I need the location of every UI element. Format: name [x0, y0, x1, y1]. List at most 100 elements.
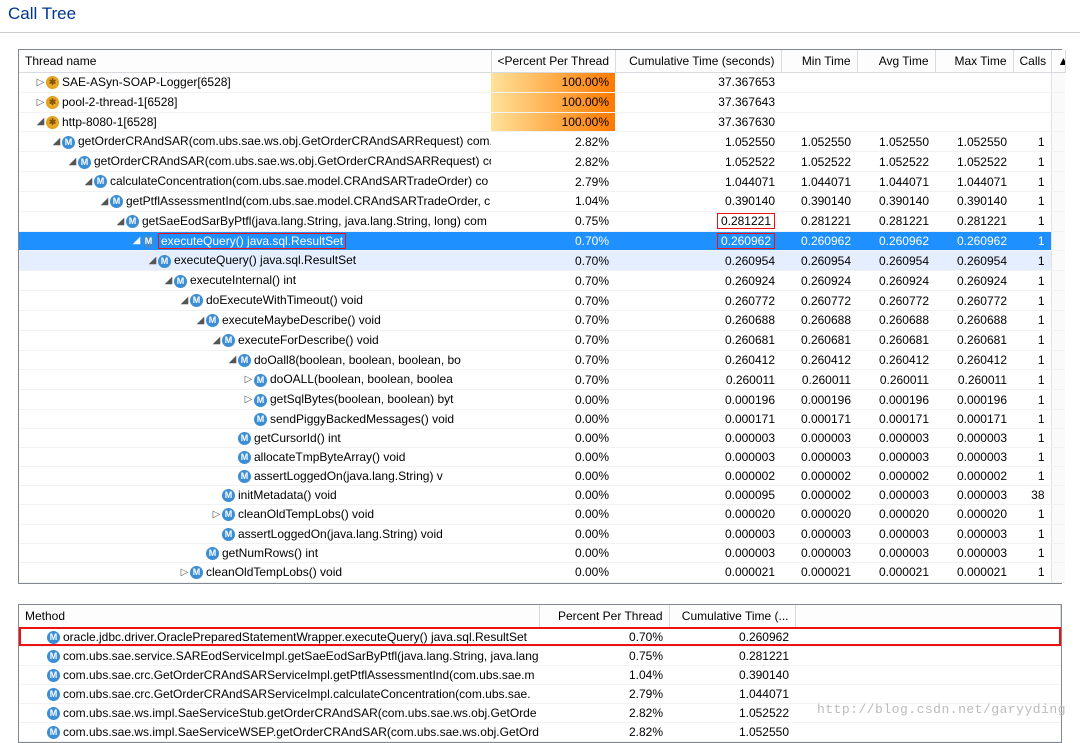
cell-max: 0.260962 — [935, 231, 1013, 251]
col-min-time[interactable]: Min Time — [781, 50, 857, 73]
table-row[interactable]: ◢MexecuteForDescribe() void0.70%0.260681… — [19, 330, 1065, 350]
table-row[interactable]: ◢MdoOall8(boolean, boolean, boolean, bo0… — [19, 350, 1065, 370]
col-avg-time[interactable]: Avg Time — [857, 50, 935, 73]
table-row[interactable]: Mcom.ubs.sae.crc.GetOrderCRAndSARService… — [19, 665, 1061, 684]
table-row[interactable]: Mcom.ubs.sae.ws.impl.SaeServiceWSEP.getO… — [19, 722, 1061, 741]
table-row[interactable]: MassertLoggedOn(java.lang.String) v0.00%… — [19, 467, 1065, 486]
table-row[interactable]: Moracle.jdbc.driver.OraclePreparedStatem… — [19, 627, 1061, 646]
percent-value: 1.04% — [575, 193, 609, 209]
expand-toggle-icon[interactable]: ▷ — [243, 392, 254, 408]
row-name: assertLoggedOn(java.lang.String) v — [254, 469, 443, 483]
expand-toggle-icon[interactable]: ◢ — [227, 352, 238, 368]
method-name: com.ubs.sae.ws.impl.SaeServiceWSEP.getOr… — [63, 725, 539, 739]
table-row[interactable]: ▷MdoOALL(boolean, boolean, boolea0.70%0.… — [19, 370, 1065, 390]
cell-avg — [857, 92, 935, 112]
expand-toggle-icon[interactable]: ◢ — [179, 293, 190, 309]
table-header-row[interactable]: Method Percent Per Thread Cumulative Tim… — [19, 605, 1061, 628]
cell-calls: 1 — [1013, 562, 1051, 582]
col-max-time[interactable]: Max Time — [935, 50, 1013, 73]
expand-toggle-icon[interactable]: ▷ — [211, 507, 222, 523]
table-row[interactable]: ◢MexecuteQuery() java.sql.ResultSet0.70%… — [19, 231, 1065, 251]
cum-value: 0.260962 — [669, 627, 795, 646]
call-tree-table[interactable]: Thread name <Percent Per Thread Cumulati… — [19, 50, 1066, 583]
table-row[interactable]: MgetNumRows() int0.00%0.0000030.0000030.… — [19, 543, 1065, 562]
expand-toggle-icon[interactable]: ◢ — [51, 134, 62, 150]
percent-value: 1.04% — [539, 665, 669, 684]
row-name: executeForDescribe() void — [238, 333, 379, 347]
expand-toggle-icon[interactable]: ▷ — [35, 95, 46, 111]
table-row[interactable]: ◢MgetPtflAssessmentInd(com.ubs.sae.model… — [19, 191, 1065, 211]
cell-cum: 37.367653 — [615, 73, 781, 93]
table-row[interactable]: ◢MgetOrderCRAndSAR(com.ubs.sae.ws.obj.Ge… — [19, 132, 1065, 152]
expand-toggle-icon[interactable]: ◢ — [147, 253, 158, 269]
table-row[interactable]: Mcom.ubs.sae.service.SAREodServiceImpl.g… — [19, 646, 1061, 665]
table-row[interactable]: ▷✱SAE-ASyn-SOAP-Logger[6528]100.00%37.36… — [19, 73, 1065, 93]
table-row[interactable]: ◢MexecuteQuery() java.sql.ResultSet0.70%… — [19, 251, 1065, 271]
expand-toggle-icon[interactable]: ▷ — [243, 372, 254, 388]
table-row[interactable]: ▷McleanOldTempLobs() void0.00%0.0000200.… — [19, 505, 1065, 525]
cell-max: 0.000020 — [935, 505, 1013, 525]
expand-toggle-icon[interactable]: ◢ — [67, 154, 78, 170]
cell-cum: 0.260772 — [615, 291, 781, 311]
table-row[interactable]: MinitMetadata() void0.00%0.0000950.00000… — [19, 486, 1065, 505]
table-row[interactable]: ◢MgetSaeEodSarByPtfl(java.lang.String, j… — [19, 211, 1065, 231]
table-row[interactable]: ◢MdoExecuteWithTimeout() void0.70%0.2607… — [19, 291, 1065, 311]
table-row[interactable]: MsendPiggyBackedMessages() void0.00%0.00… — [19, 410, 1065, 429]
expand-toggle-icon[interactable]: ◢ — [99, 194, 110, 210]
table-row[interactable]: Mcom.ubs.sae.ws.impl.SaeServiceStub.getO… — [19, 703, 1061, 722]
percent-value: 100.00% — [562, 94, 609, 110]
cell-avg: 0.281221 — [857, 211, 935, 231]
cell-cum: 37.367643 — [615, 92, 781, 112]
expand-toggle-icon[interactable]: ▷ — [179, 565, 190, 581]
expand-toggle-icon[interactable]: ▷ — [35, 75, 46, 91]
expand-toggle-icon[interactable]: ◢ — [131, 233, 142, 249]
col-cum-time[interactable]: Cumulative Time (seconds) — [615, 50, 781, 73]
percent-value: 2.82% — [539, 722, 669, 741]
cell-max: 0.260954 — [935, 251, 1013, 271]
table-row[interactable]: ▷McleanOldTempLobs() void0.00%0.0000210.… — [19, 562, 1065, 582]
percent-value: 0.70% — [575, 352, 609, 368]
table-header-row[interactable]: Thread name <Percent Per Thread Cumulati… — [19, 50, 1065, 73]
row-name: assertLoggedOn(java.lang.String) void — [238, 527, 443, 541]
percent-value: 2.82% — [575, 134, 609, 150]
method-icon: M — [78, 156, 91, 169]
table-row[interactable]: ▷MgetSqlBytes(boolean, boolean) byt0.00%… — [19, 390, 1065, 410]
expand-toggle-icon[interactable]: ◢ — [115, 214, 126, 230]
col-method[interactable]: Method — [19, 605, 539, 628]
table-row[interactable]: ◢McalculateConcentration(com.ubs.sae.mod… — [19, 172, 1065, 192]
expand-toggle-icon[interactable]: ◢ — [211, 333, 222, 349]
table-row[interactable]: ◢MgetOrderCRAndSAR(com.ubs.sae.ws.obj.Ge… — [19, 152, 1065, 172]
col-cum2[interactable]: Cumulative Time (... — [669, 605, 795, 628]
col-percent2[interactable]: Percent Per Thread — [539, 605, 669, 628]
method-icon: M — [190, 294, 203, 307]
table-row[interactable]: ▷✱pool-2-thread-1[6528]100.00%37.367643 — [19, 92, 1065, 112]
cell-max: 0.000196 — [935, 390, 1013, 410]
expand-toggle-icon[interactable]: ◢ — [83, 174, 94, 190]
table-row[interactable]: MgetCursorId() int0.00%0.0000030.0000030… — [19, 429, 1065, 448]
expand-toggle-icon[interactable]: ◢ — [195, 313, 206, 329]
cell-calls — [1013, 112, 1051, 132]
cell-calls: 1 — [1013, 524, 1051, 543]
table-row[interactable]: ◢MexecuteInternal() int0.70%0.2609240.26… — [19, 271, 1065, 291]
col-thread-name[interactable]: Thread name — [19, 50, 491, 73]
table-row[interactable]: MassertLoggedOn(java.lang.String) void0.… — [19, 524, 1065, 543]
table-row[interactable]: MallocateTmpByteArray() void0.00%0.00000… — [19, 448, 1065, 467]
expand-toggle-icon[interactable]: ◢ — [163, 273, 174, 289]
cell-cum: 0.260681 — [615, 330, 781, 350]
table-row[interactable]: ◢✱http-8080-1[6528]100.00%37.367630 — [19, 112, 1065, 132]
method-icon: M — [110, 195, 123, 208]
row-name: cleanOldTempLobs() void — [206, 565, 342, 579]
percent-value: 0.00% — [575, 411, 609, 427]
expand-toggle-icon[interactable]: ◢ — [35, 114, 46, 130]
cum-value: 1.052550 — [669, 722, 795, 741]
stack-panel: Method Percent Per Thread Cumulative Tim… — [18, 604, 1062, 743]
table-row[interactable]: Mcom.ubs.sae.crc.GetOrderCRAndSARService… — [19, 684, 1061, 703]
stack-table[interactable]: Method Percent Per Thread Cumulative Tim… — [19, 605, 1061, 742]
col-percent[interactable]: <Percent Per Thread — [491, 50, 615, 73]
cell-cum: 1.052550 — [615, 132, 781, 152]
cell-calls: 1 — [1013, 410, 1051, 429]
cell-avg: 0.260962 — [857, 231, 935, 251]
col-calls[interactable]: Calls — [1013, 50, 1051, 73]
row-name: getCursorId() int — [254, 431, 341, 445]
table-row[interactable]: ◢MexecuteMaybeDescribe() void0.70%0.2606… — [19, 310, 1065, 330]
